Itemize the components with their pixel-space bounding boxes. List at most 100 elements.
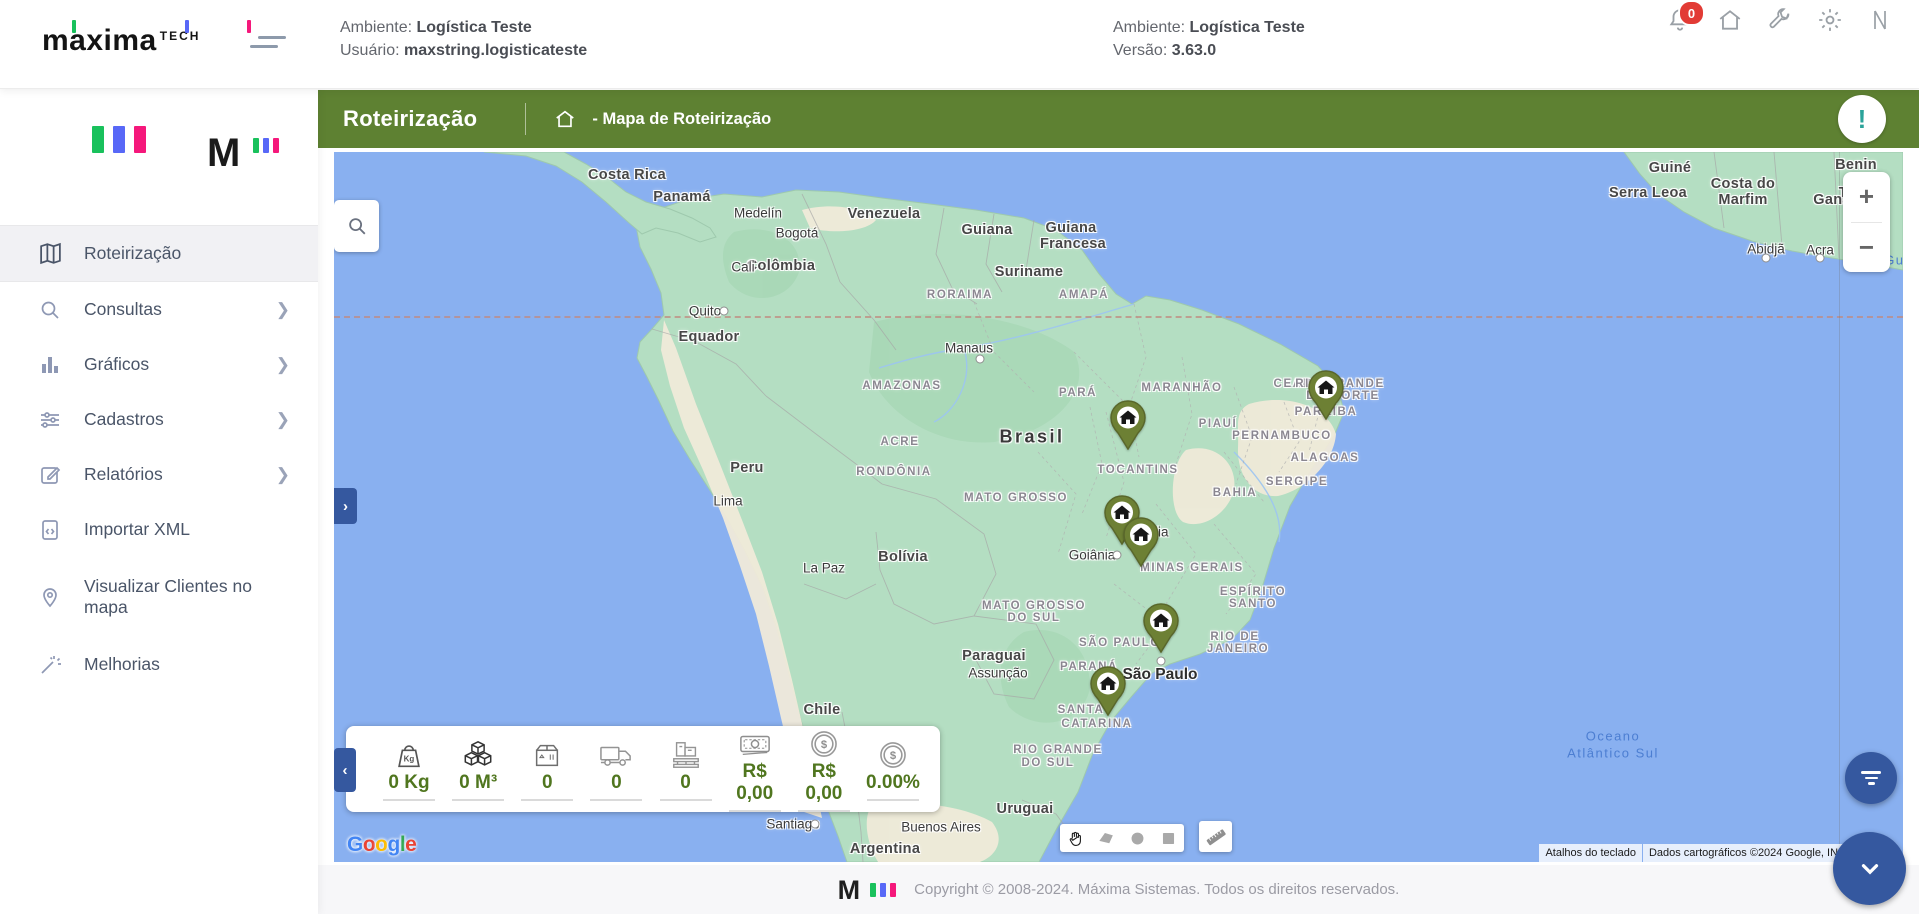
pan-hand-tool[interactable]: [1060, 824, 1091, 852]
news-icon[interactable]: [1866, 6, 1893, 33]
scroll-down-button[interactable]: [1833, 832, 1906, 905]
sidebar-item-graficos[interactable]: Gráficos ❯: [0, 337, 318, 392]
pin-icon: [38, 584, 64, 610]
house-pin-icon: [1143, 603, 1179, 654]
panel-collapse-button[interactable]: ‹: [334, 748, 356, 792]
sidebar-item-melhorias[interactable]: Melhorias ❯: [0, 637, 318, 692]
google-logo[interactable]: Google: [347, 833, 417, 857]
draw-polygon-tool[interactable]: [1091, 824, 1122, 852]
chevron-right-icon: ❯: [275, 409, 290, 429]
sidebar-item-relatorios[interactable]: Relatórios ❯: [0, 447, 318, 502]
tools-wrench-icon[interactable]: [1766, 6, 1793, 33]
sidebar-item-visualizar-clientes-no-mapa[interactable]: Visualizar Clientes no mapa ❯: [0, 557, 318, 637]
page-title: Roteirização: [343, 106, 478, 131]
stat-value: 0 Kg: [388, 772, 430, 793]
logo-m-bars-icon: [253, 138, 279, 153]
alert-button[interactable]: !: [1838, 95, 1886, 143]
svg-text:Kg: Kg: [404, 755, 415, 764]
header-icon-row: 0: [1666, 0, 1893, 33]
brand-tick-green: [72, 20, 76, 33]
chevron-right-icon: ❯: [275, 464, 290, 484]
chevron-down-icon: [1861, 863, 1878, 875]
truck-icon: [583, 737, 649, 771]
sidebar-item-label: Consultas: [84, 299, 162, 319]
sidebar-item-label: Roteirização: [84, 243, 182, 263]
page-toolbar: Roteirização - Mapa de Roteirização !: [318, 90, 1919, 148]
map-canvas[interactable]: Costa Rica Panamá Venezuela Guiana Guiana Fra…: [334, 152, 1903, 862]
footer-logo-m: M: [837, 874, 861, 905]
stat-item: 0 M³: [445, 737, 511, 801]
app-header: maxima TECH Ambiente: Logística Teste Usu…: [0, 0, 1919, 89]
stat-value: 0 M³: [459, 772, 498, 793]
draw-toolbar: [1060, 824, 1184, 852]
stat-value: 0.00%: [866, 772, 920, 793]
measure-ruler-tool[interactable]: [1199, 821, 1232, 852]
cubes-icon: [445, 737, 511, 771]
map-attribution: Atalhos do teclado Dados cartográficos ©…: [1539, 844, 1863, 862]
breadcrumb-home-icon[interactable]: [554, 108, 576, 130]
stat-item: 0: [583, 737, 649, 801]
draw-rectangle-tool[interactable]: [1153, 824, 1184, 852]
edit-icon: [38, 462, 64, 488]
sidebar-item-label: Relatórios: [84, 464, 163, 484]
footer-logo-bars-icon: [870, 882, 897, 897]
wand-icon: [38, 652, 64, 678]
sidebar-item-importar-xml[interactable]: Importar XML ❯: [0, 502, 318, 557]
banknote-icon: [722, 726, 788, 760]
filter-button[interactable]: [1845, 752, 1897, 804]
stat-item: R$ 0,00: [722, 726, 788, 812]
copyright-text: Copyright © 2008-2024. Máxima Sistemas. …: [914, 881, 1400, 898]
toolbar-divider: [525, 103, 527, 135]
client-map-marker[interactable]: [1089, 666, 1127, 721]
client-map-marker[interactable]: [1142, 603, 1180, 658]
brand-tech: TECH: [159, 29, 201, 43]
chevron-right-icon: ❯: [275, 354, 290, 374]
weight-icon: Kg: [376, 737, 442, 771]
brand-tick-pink: [247, 20, 251, 33]
sidebar-item-label: Gráficos: [84, 354, 150, 374]
stat-value: 0: [680, 772, 691, 793]
notification-badge: 0: [1678, 0, 1705, 26]
client-map-marker[interactable]: [1122, 517, 1160, 572]
settings-gear-icon[interactable]: [1816, 6, 1843, 33]
home-icon[interactable]: [1716, 6, 1743, 33]
client-map-marker[interactable]: [1109, 400, 1147, 455]
environment-user-info: Ambiente: Logística Teste Usuário: maxst…: [340, 19, 588, 59]
xml-icon: [38, 517, 64, 543]
notifications-bell-icon[interactable]: 0: [1666, 0, 1705, 33]
stat-value: R$ 0,00: [805, 761, 843, 804]
logo-m: M: [207, 131, 241, 175]
panel-expand-button[interactable]: ›: [334, 488, 357, 524]
stat-value: 0: [541, 772, 553, 793]
map-data-credit[interactable]: Dados cartográficos ©2024 Google, INEGI: [1642, 844, 1863, 862]
sidebar-item-roteirizacao[interactable]: Roteirização ❯: [0, 225, 318, 282]
stat-item: $ R$ 0,00: [791, 726, 857, 812]
house-pin-icon: [1090, 666, 1126, 717]
app-root: maxima TECH Ambiente: Logística Teste Usu…: [0, 0, 1919, 914]
house-pin-icon: [1308, 370, 1344, 421]
chevron-right-icon: ❯: [275, 299, 290, 319]
house-pin-icon: [1123, 517, 1159, 568]
breadcrumb: - Mapa de Roteirização: [592, 109, 772, 128]
draw-circle-tool[interactable]: [1122, 824, 1153, 852]
zoom-out-button[interactable]: −: [1843, 223, 1890, 273]
client-map-marker[interactable]: [1307, 370, 1345, 425]
zoom-in-button[interactable]: +: [1843, 172, 1890, 222]
environment-version-info: Ambiente: Logística Teste Versão: 3.63.0: [1113, 19, 1305, 59]
stat-value: 0: [611, 772, 622, 793]
sidebar-item-label: Visualizar Clientes no mapa: [84, 576, 252, 617]
coin-icon: $: [791, 726, 857, 760]
menu-hamburger-icon[interactable]: [250, 34, 286, 52]
sidebar-item-label: Importar XML: [84, 519, 190, 539]
sidebar-logo: M: [0, 88, 318, 208]
sidebar-item-consultas[interactable]: Consultas ❯: [0, 282, 318, 337]
keyboard-shortcuts-link[interactable]: Atalhos do teclado: [1539, 844, 1642, 862]
sidebar-item-label: Cadastros: [84, 409, 164, 429]
totals-panel: Kg 0 Kg 0 M³ 0 0 0 R$ 0,00 $ R$ 0,00 $ 0…: [346, 726, 940, 812]
app-footer: M Copyright © 2008-2024. Máxima Sistemas…: [318, 865, 1919, 914]
sidebar: M Roteirização ❯ Consultas ❯ Gráficos ❯: [0, 88, 318, 914]
map-search-button[interactable]: [334, 200, 379, 252]
brand-wordmark: maxima: [42, 24, 157, 57]
sidebar-item-cadastros[interactable]: Cadastros ❯: [0, 392, 318, 447]
sidebar-nav: Roteirização ❯ Consultas ❯ Gráficos ❯ Ca…: [0, 225, 318, 692]
